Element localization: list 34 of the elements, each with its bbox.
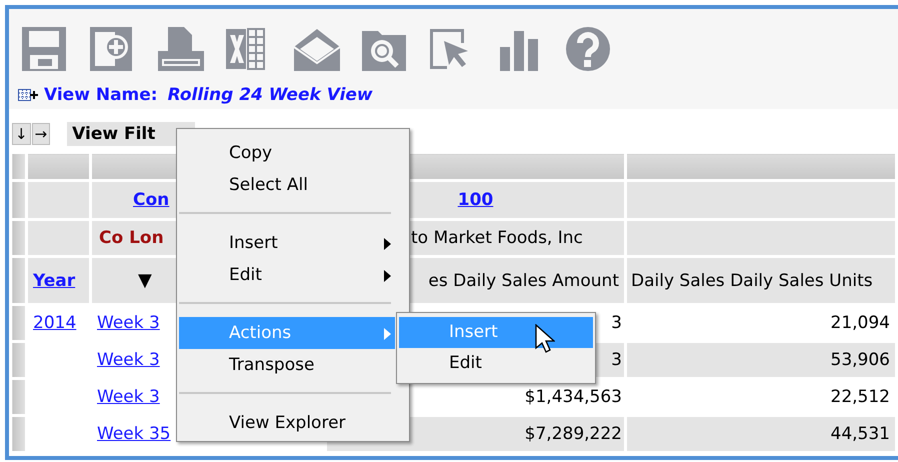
- view-name: Rolling 24 Week View: [168, 85, 373, 105]
- add-grid-icon[interactable]: [18, 89, 38, 101]
- menu-item[interactable]: View Explorer: [179, 407, 395, 439]
- menu-item[interactable]: Edit: [399, 348, 593, 379]
- week-label: Co Lon: [99, 228, 164, 248]
- amount-cell: $7,289,222: [524, 424, 622, 444]
- units-cell: 21,094: [830, 313, 890, 333]
- amount-header: to Market Foods, Inc: [411, 228, 583, 248]
- menu-item[interactable]: Insert: [179, 227, 395, 259]
- mouse-pointer-icon: [535, 324, 555, 354]
- week-link[interactable]: Week 3: [97, 313, 160, 333]
- help-icon[interactable]: [564, 25, 612, 73]
- save-icon[interactable]: [20, 25, 68, 73]
- amount-cell: $1,434,563: [524, 387, 622, 407]
- week-link[interactable]: Week 35: [97, 424, 171, 444]
- amount-link[interactable]: 100: [458, 190, 494, 210]
- week-link[interactable]: Week 3: [97, 350, 160, 370]
- week-link[interactable]: Con: [133, 190, 170, 210]
- menu-item[interactable]: Edit: [179, 259, 395, 291]
- units-cell: 22,512: [830, 387, 890, 407]
- sort-button[interactable]: →: [32, 123, 50, 145]
- units-cell: 44,531: [830, 424, 890, 444]
- week-link[interactable]: Week 3: [97, 387, 160, 407]
- sort-arrow[interactable]: ▼: [138, 270, 152, 291]
- amount-cell: 3: [611, 313, 622, 333]
- menu-item[interactable]: Select All: [179, 169, 395, 201]
- view-name-label: View Name:: [44, 85, 158, 105]
- menu-item[interactable]: Transpose: [179, 349, 395, 381]
- units-cell: 53,906: [830, 350, 890, 370]
- units-header: Daily Sales Daily Sales Units: [631, 270, 873, 290]
- amount-header: es Daily Sales Amount: [428, 270, 619, 290]
- sort-button[interactable]: ↓: [12, 123, 31, 145]
- printer-icon[interactable]: [156, 25, 204, 73]
- amount-cell: 3: [611, 350, 622, 370]
